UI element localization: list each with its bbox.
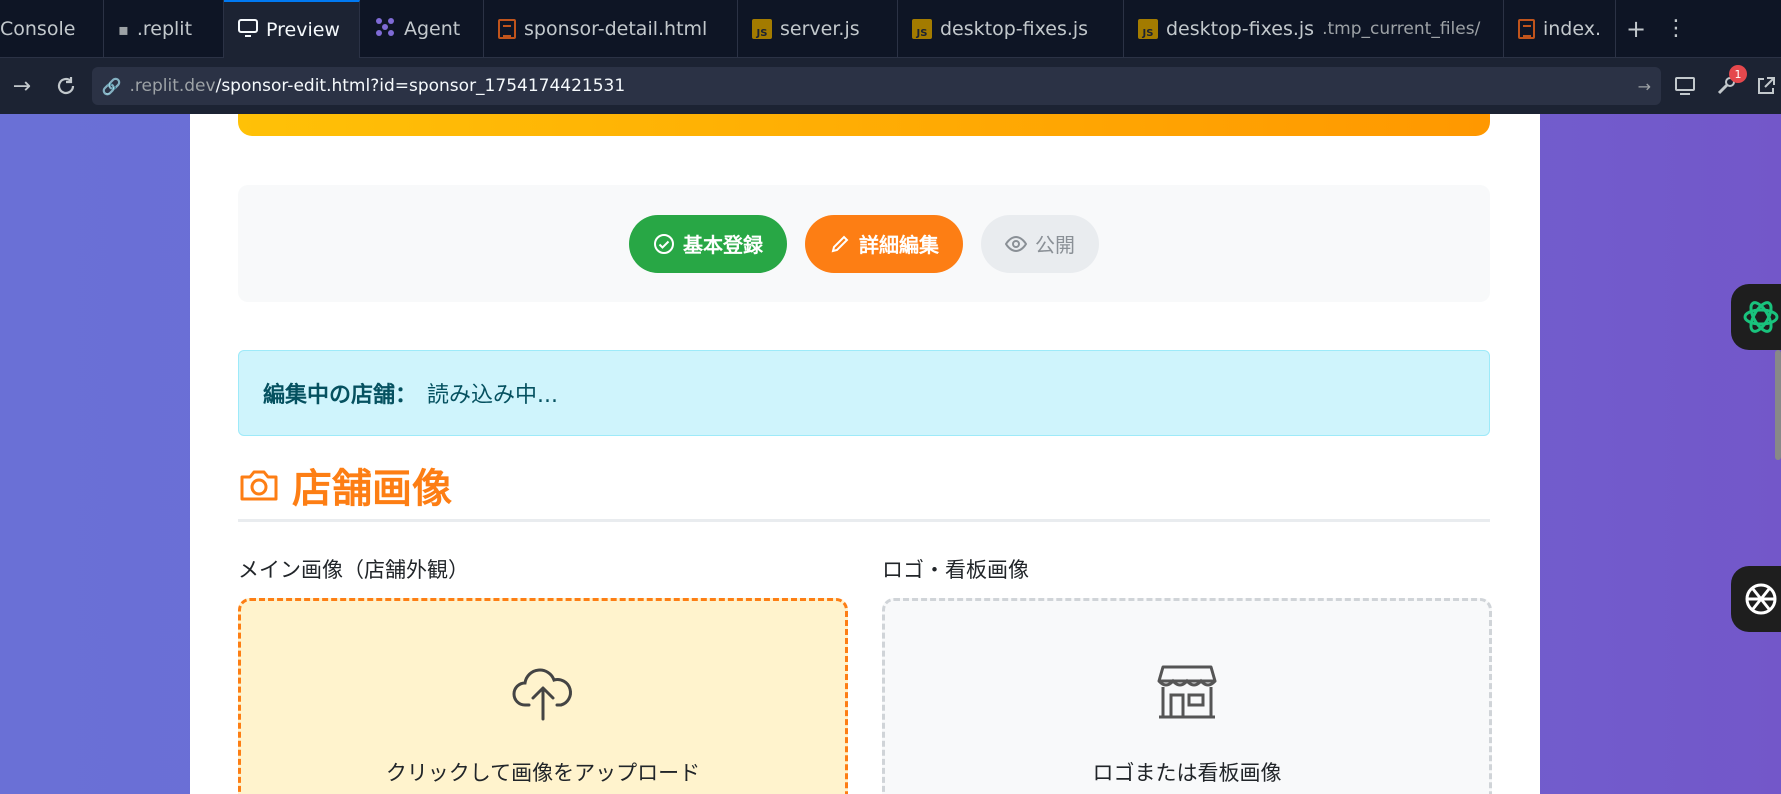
tab-agent[interactable]: Agent (360, 0, 484, 58)
url-input[interactable]: 🔗 .replit.dev /sponsor-edit.html?id=spon… (91, 67, 1661, 105)
tab-label: sponsor-detail.html (524, 18, 708, 40)
cloud-upload-icon (512, 668, 572, 721)
chatgpt-icon (1745, 583, 1777, 615)
tab-index[interactable]: index. (1504, 0, 1616, 58)
tab-label: .replit (136, 18, 193, 40)
tab-label: server.js (780, 18, 860, 40)
tab-server-js[interactable]: JS server.js (738, 0, 898, 58)
header-banner (238, 114, 1490, 136)
html-file-icon (498, 19, 516, 39)
new-tab-button[interactable]: + (1616, 0, 1656, 57)
logo-image-label: ロゴ・看板画像 (882, 558, 1029, 582)
js-file-icon: JS (912, 19, 932, 39)
more-options-icon[interactable]: ⋮ (1656, 0, 1696, 57)
main-image-label: メイン画像（店舗外観） (238, 558, 469, 582)
go-arrow-icon[interactable]: → (1638, 77, 1651, 96)
camera-icon (240, 470, 278, 500)
tab-label: desktop-fixes.js (1166, 18, 1315, 40)
url-host: .replit.dev (129, 76, 216, 96)
forward-button[interactable]: → (0, 64, 44, 108)
tab-desktop-fixes[interactable]: JS desktop-fixes.js (898, 0, 1124, 58)
devices-icon (1674, 77, 1695, 95)
progress-steps: 基本登録 詳細編集 公開 (238, 185, 1490, 302)
devices-button[interactable] (1671, 71, 1701, 101)
reload-button[interactable] (44, 64, 88, 108)
info-label: 編集中の店舗： (263, 383, 418, 408)
tab-desktop-fixes-tmp[interactable]: JS desktop-fixes.js .tmp_current_files/ (1124, 0, 1504, 58)
tab-sublabel: .tmp_current_files/ (1322, 19, 1481, 39)
step-label: 基本登録 (683, 233, 763, 257)
external-link-icon (1757, 77, 1775, 94)
tab-replit[interactable]: ▪ .replit (104, 0, 224, 58)
shop-icon (1157, 665, 1217, 719)
editor-tab-bar: Console ▪ .replit Preview Agent sponsor-… (0, 0, 1781, 58)
step-publish[interactable]: 公開 (981, 214, 1099, 273)
ai-assistant-icon (1743, 301, 1779, 333)
logo-image-upload[interactable]: ロゴまたは看板画像 (882, 598, 1492, 794)
upload-instruction: クリックして画像をアップロード (385, 761, 701, 785)
main-image-upload[interactable]: クリックして画像をアップロード (238, 598, 848, 794)
js-file-icon: JS (1138, 19, 1158, 39)
preview-url-bar: → 🔗 .replit.dev /sponsor-edit.html?id=sp… (0, 58, 1781, 114)
url-path: /sponsor-edit.html?id=sponsor_1754174421… (215, 76, 626, 96)
section-store-images: 店舗画像 (238, 462, 1490, 522)
tab-sponsor-detail[interactable]: sponsor-detail.html (484, 0, 738, 58)
step-basic-registration[interactable]: 基本登録 (629, 214, 787, 273)
pencil-icon (831, 235, 849, 252)
link-icon: 🔗 (101, 76, 122, 96)
step-label: 詳細編集 (859, 233, 939, 257)
upload-instruction: ロゴまたは看板画像 (1092, 761, 1282, 785)
notification-badge: 1 (1728, 65, 1747, 83)
step-detail-edit[interactable]: 詳細編集 (805, 214, 963, 273)
assistant-launcher-button[interactable] (1731, 284, 1781, 350)
tab-label: desktop-fixes.js (940, 18, 1089, 40)
replit-config-icon: ▪ (118, 19, 129, 39)
tab-label: Console (0, 18, 76, 40)
tab-label: index. (1542, 18, 1601, 40)
page-card: 基本登録 詳細編集 公開 編集中の店舗： 読み込み中... 店舗画像 メイン画像… (190, 114, 1540, 794)
reload-icon (57, 77, 74, 95)
js-file-icon: JS (752, 19, 772, 39)
devtools-button[interactable]: 1 (1711, 65, 1747, 101)
tab-label: Preview (266, 19, 340, 41)
chatgpt-launcher-button[interactable] (1731, 566, 1781, 632)
check-circle-icon (654, 233, 674, 254)
scrollbar-thumb[interactable] (1775, 350, 1781, 460)
preview-viewport: 基本登録 詳細編集 公開 編集中の店舗： 読み込み中... 店舗画像 メイン画像… (0, 114, 1781, 794)
open-external-button[interactable] (1751, 71, 1781, 101)
tab-label: Agent (404, 18, 461, 40)
info-value: 読み込み中... (427, 383, 558, 408)
section-title-text: 店舗画像 (292, 465, 452, 512)
step-label: 公開 (1035, 233, 1075, 257)
editing-store-info: 編集中の店舗： 読み込み中... (238, 350, 1490, 436)
html-file-icon (1518, 19, 1535, 39)
eye-icon (1005, 235, 1027, 252)
agent-icon (374, 16, 396, 43)
monitor-icon (238, 18, 258, 42)
tab-console[interactable]: Console (0, 0, 104, 58)
tab-preview[interactable]: Preview (224, 0, 360, 58)
